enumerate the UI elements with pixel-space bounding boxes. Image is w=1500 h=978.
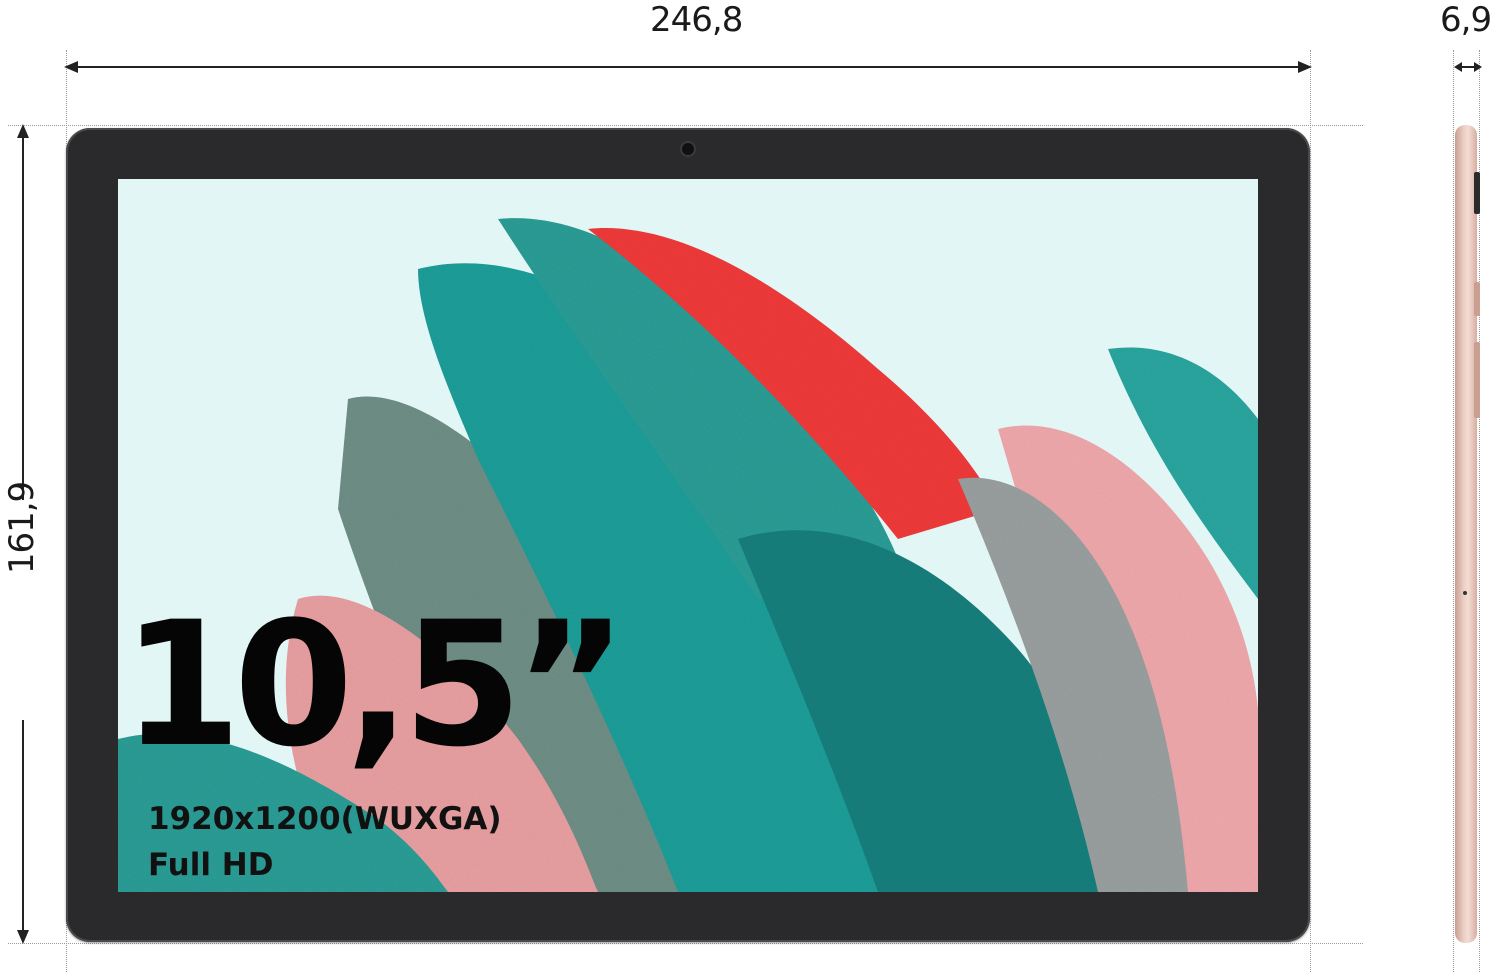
screen-size-text: 10,5” [122,584,627,785]
full-hd-text: Full HD [148,847,274,883]
width-arrow [64,61,1312,73]
guide-top [8,125,1363,126]
tablet-screen: 10,5” 1920x1200(WUXGA) Full HD [118,179,1258,892]
side-mic-dot [1463,591,1467,595]
height-label: 161,9 [2,481,42,575]
thickness-arrow [1454,62,1482,72]
width-label: 246,8 [650,0,743,40]
power-button [1474,282,1480,316]
guide-bottom [8,943,1363,944]
thickness-label: 6,9 [1440,0,1492,40]
volume-button [1474,342,1480,418]
tablet-side-view [1455,125,1477,943]
resolution-text: 1920x1200(WUXGA) [148,801,502,837]
front-camera [682,143,694,155]
guide-right [1310,50,1311,972]
wallpaper-art [118,218,1258,892]
guide-side-left [1453,50,1454,972]
side-camera-bump [1474,172,1480,214]
